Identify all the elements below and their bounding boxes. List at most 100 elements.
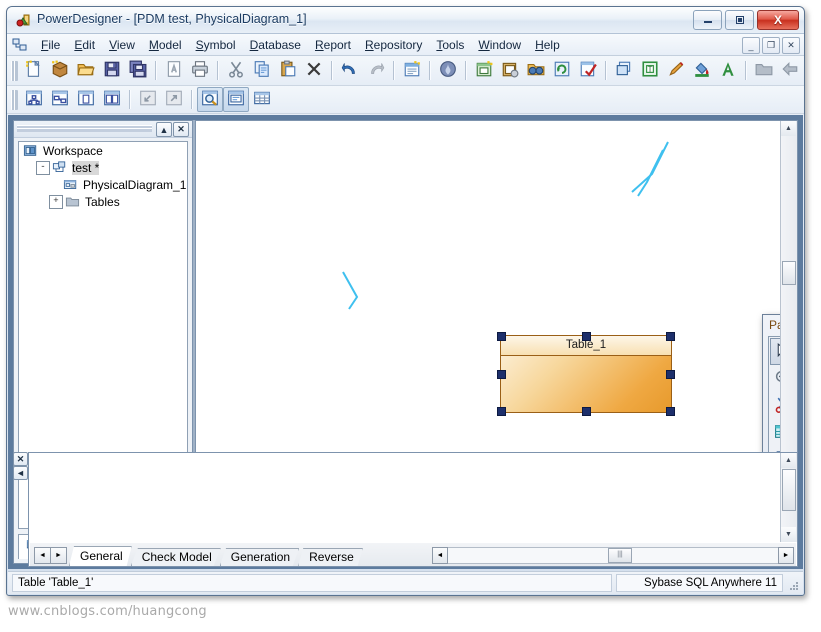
- output-hscroll-left-arrow[interactable]: ◄: [432, 547, 448, 564]
- paste-button[interactable]: [275, 58, 301, 83]
- output-tab-prev-button[interactable]: ◄: [34, 547, 51, 564]
- mdi-close[interactable]: ✕: [782, 37, 800, 54]
- save-all-button[interactable]: [125, 58, 151, 83]
- dual-page-button[interactable]: [99, 87, 125, 112]
- browser-toggle-button[interactable]: [197, 87, 223, 112]
- output-autohide-button[interactable]: ◄: [13, 466, 28, 480]
- folder-up-button[interactable]: [751, 58, 777, 83]
- save-button[interactable]: [99, 58, 125, 83]
- resize-handle-sw[interactable]: [497, 407, 506, 416]
- output-toggle-button[interactable]: [223, 87, 249, 112]
- application-window: PowerDesigner - [PDM test, PhysicalDiagr…: [6, 6, 805, 596]
- back-button[interactable]: [777, 58, 803, 83]
- cut-button[interactable]: [223, 58, 249, 83]
- new-model-button[interactable]: [21, 58, 47, 83]
- open-model-button[interactable]: [73, 58, 99, 83]
- output-vertical-scrollbar[interactable]: ▲ ▼: [780, 453, 797, 542]
- copy-button[interactable]: [249, 58, 275, 83]
- output-tab-reverse[interactable]: Reverse: [298, 548, 363, 566]
- output-hscroll-track[interactable]: |||: [448, 547, 778, 564]
- refresh-button[interactable]: [549, 58, 575, 83]
- redo-arrow-icon: [367, 60, 385, 81]
- new-diagram-button[interactable]: [471, 58, 497, 83]
- toolbar-grip[interactable]: [11, 60, 18, 81]
- properties-button[interactable]: [399, 58, 425, 83]
- resize-handle-s[interactable]: [582, 407, 591, 416]
- menu-item-model[interactable]: Model: [142, 37, 189, 53]
- zoom-in-page-button[interactable]: [161, 87, 187, 112]
- forward-button[interactable]: [803, 58, 804, 83]
- pen-icon: [667, 60, 685, 81]
- copy-icon: [253, 60, 271, 81]
- menu-item-repository[interactable]: Repository: [358, 37, 429, 53]
- tree-node-tables[interactable]: + Tables: [19, 193, 187, 210]
- resize-handle-nw[interactable]: [497, 332, 506, 341]
- output-hscroll-thumb[interactable]: |||: [608, 548, 632, 563]
- menu-item-symbol[interactable]: Symbol: [189, 37, 243, 53]
- zoom-out-page-button[interactable]: [135, 87, 161, 112]
- browse-button[interactable]: [523, 58, 549, 83]
- font-color-button[interactable]: [715, 58, 741, 83]
- menu-item-edit[interactable]: Edit: [67, 37, 102, 53]
- text-format-button[interactable]: T: [637, 58, 663, 83]
- resize-handle-w[interactable]: [497, 370, 506, 379]
- mdi-restore[interactable]: ❐: [762, 37, 780, 54]
- output-tab-general[interactable]: General: [69, 546, 132, 566]
- page-view-button[interactable]: [73, 87, 99, 112]
- menu-item-view[interactable]: View: [102, 37, 142, 53]
- output-scroll-thumb[interactable]: [782, 469, 796, 511]
- undo-button[interactable]: [337, 58, 363, 83]
- menu-item-window[interactable]: Window: [471, 37, 528, 53]
- print-button[interactable]: [187, 58, 213, 83]
- toolbar-separator: [429, 61, 431, 80]
- output-hscroll-right-arrow[interactable]: ►: [778, 547, 794, 564]
- minimize-button[interactable]: [693, 10, 722, 30]
- print-preview-button[interactable]: [161, 58, 187, 83]
- fill-shape-button[interactable]: [611, 58, 637, 83]
- open-diagram-button[interactable]: [497, 58, 523, 83]
- table-symbol[interactable]: Table_1: [497, 332, 675, 416]
- mdi-minimize[interactable]: _: [742, 37, 760, 54]
- redo-button[interactable]: [363, 58, 389, 83]
- output-tab-check-model[interactable]: Check Model: [130, 548, 221, 566]
- menu-item-file[interactable]: File: [34, 37, 67, 53]
- toolbar-grip-2[interactable]: [11, 89, 18, 110]
- vertical-scroll-thumb[interactable]: [782, 261, 796, 285]
- tree-twisty[interactable]: -: [36, 160, 50, 175]
- maximize-button[interactable]: [725, 10, 754, 30]
- menu-item-report[interactable]: Report: [308, 37, 358, 53]
- resize-handle-e[interactable]: [666, 370, 675, 379]
- output-hscrollbar[interactable]: ◄ ||| ►: [432, 547, 794, 564]
- resize-handle-n[interactable]: [582, 332, 591, 341]
- menu-item-tools[interactable]: Tools: [429, 37, 471, 53]
- tree-node-test[interactable]: - test *: [19, 159, 187, 176]
- tree-autohide-button[interactable]: ▲: [156, 122, 172, 137]
- output-text-area[interactable]: [30, 454, 780, 542]
- line-style-button[interactable]: [663, 58, 689, 83]
- resize-handle-ne[interactable]: [666, 332, 675, 341]
- model-view-button[interactable]: [21, 87, 47, 112]
- help-button[interactable]: [435, 58, 461, 83]
- resize-grip[interactable]: [788, 580, 800, 592]
- new-package-button[interactable]: [47, 58, 73, 83]
- delete-button[interactable]: [301, 58, 327, 83]
- output-close-button[interactable]: ✕: [13, 452, 28, 466]
- output-scroll-down-arrow[interactable]: ▼: [781, 527, 796, 542]
- tree-node-workspace[interactable]: Workspace: [19, 142, 187, 159]
- tree-twisty[interactable]: +: [49, 194, 63, 209]
- output-tab-generation[interactable]: Generation: [219, 548, 300, 566]
- resize-handle-se[interactable]: [666, 407, 675, 416]
- menu-bar: File Edit View Model Symbol Database Report Rep…: [7, 34, 804, 56]
- output-scroll-up-arrow[interactable]: ▲: [781, 453, 796, 468]
- tree-node-physicaldiagram_1[interactable]: PhysicalDiagram_1: [19, 176, 187, 193]
- menu-item-help[interactable]: Help: [528, 37, 567, 53]
- check-model-button[interactable]: [575, 58, 601, 83]
- close-button[interactable]: X: [757, 10, 799, 30]
- output-tab-next-button[interactable]: ►: [51, 547, 67, 564]
- diagram-view-button[interactable]: [47, 87, 73, 112]
- result-list-button[interactable]: [249, 87, 275, 112]
- menu-item-database[interactable]: Database: [243, 37, 308, 53]
- scroll-up-arrow[interactable]: ▲: [781, 121, 796, 136]
- fill-color-button[interactable]: [689, 58, 715, 83]
- tree-close-button[interactable]: ✕: [173, 122, 189, 137]
